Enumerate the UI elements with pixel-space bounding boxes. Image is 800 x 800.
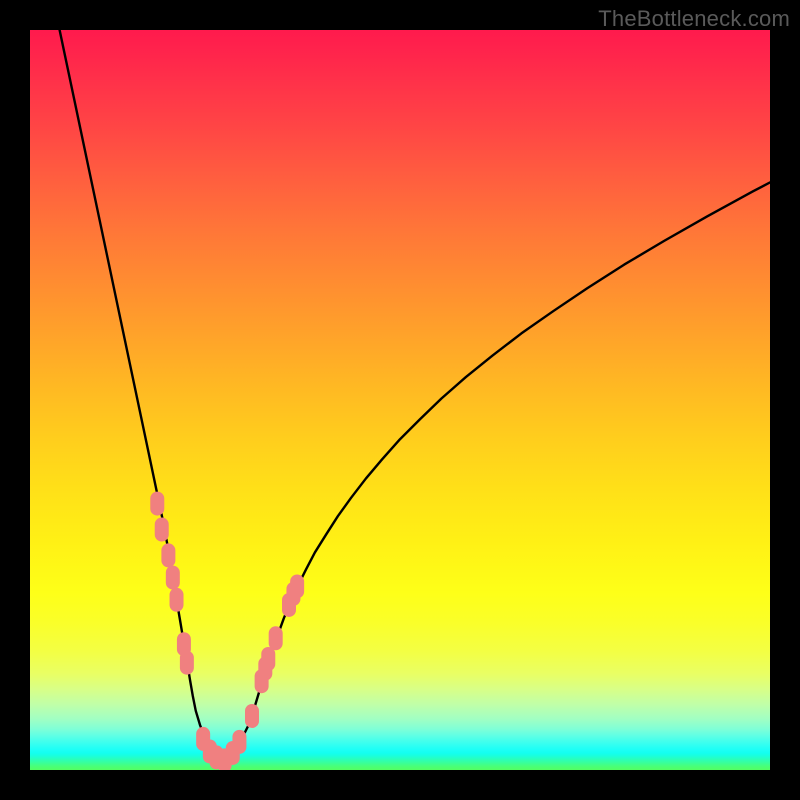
data-marker — [232, 730, 246, 754]
watermark-text: TheBottleneck.com — [598, 6, 790, 32]
data-marker — [269, 626, 283, 650]
data-marker — [245, 704, 259, 728]
chart-frame: TheBottleneck.com — [0, 0, 800, 800]
data-marker — [155, 518, 169, 542]
data-marker — [161, 543, 175, 567]
data-marker — [180, 651, 194, 675]
data-marker — [170, 588, 184, 612]
data-marker — [166, 566, 180, 590]
chart-svg — [30, 30, 770, 770]
data-marker — [290, 574, 304, 598]
marker-group — [150, 492, 304, 770]
data-marker — [150, 492, 164, 516]
data-marker — [261, 647, 275, 671]
curve-path — [222, 182, 770, 760]
curve-path — [60, 30, 223, 760]
chart-plot-area — [30, 30, 770, 770]
